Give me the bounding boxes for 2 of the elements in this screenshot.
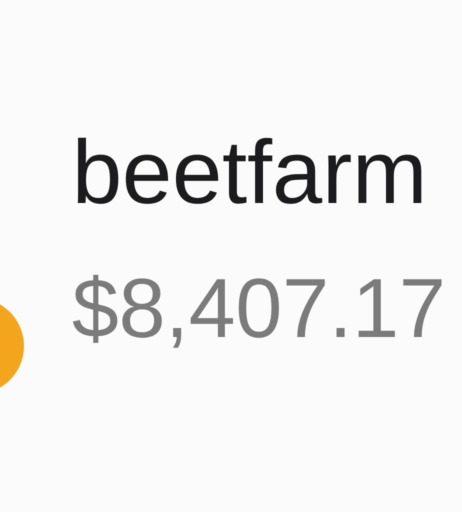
account-name: beetfarm [72,122,428,225]
account-balance: $8,407.17 [72,260,446,356]
